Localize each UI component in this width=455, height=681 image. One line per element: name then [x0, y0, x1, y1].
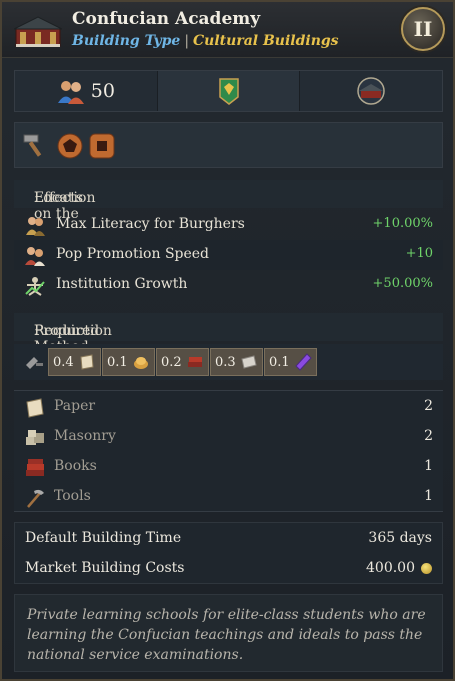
production-heading-suffix: :: [34, 323, 39, 339]
input-good-chip[interactable]: 0.1: [264, 348, 317, 376]
green-banner-icon: [218, 78, 239, 105]
market-cost-value: 400.00: [366, 560, 415, 576]
input-good-chip[interactable]: 0.1: [102, 348, 155, 376]
chip-value: 0.4: [53, 354, 74, 370]
crystal-icon: [294, 353, 312, 371]
gold-coin-icon: [421, 562, 432, 574]
institution-icon: [25, 277, 45, 296]
effect-value: +50.00%: [372, 276, 433, 291]
building-time-row: Default Building Time 365 days: [15, 524, 442, 554]
effects-heading-suffix: :: [34, 190, 39, 206]
effect-value: +10: [405, 246, 433, 261]
chip-value: 0.1: [269, 354, 290, 370]
goods-value: 2: [424, 398, 433, 414]
effect-label: Max Literacy for Burghers: [56, 216, 245, 232]
production-method-row: 0.4 0.1 0.2 0.3 0.1: [14, 344, 443, 380]
square-slot-icon[interactable]: [89, 133, 115, 159]
goods-label: Masonry: [54, 428, 116, 444]
population-icon: [57, 81, 84, 104]
building-description: Private learning schools for elite-class…: [27, 607, 426, 663]
goods-value: 2: [424, 428, 433, 444]
location-link[interactable]: Location: [34, 190, 95, 206]
chip-value: 0.2: [161, 354, 182, 370]
chip-value: 0.1: [107, 354, 128, 370]
chip-value: 0.3: [215, 354, 236, 370]
cloth-icon: [241, 355, 257, 369]
academy-building-icon: [14, 16, 62, 47]
building-time-value: 365 days: [368, 530, 432, 546]
books-icon: [26, 459, 44, 476]
pop-promotion-icon: [25, 247, 45, 266]
effect-row: Max Literacy for Burghers +10.00%: [14, 210, 443, 240]
burghers-icon: [26, 217, 45, 236]
effect-row: Institution Growth +50.00%: [14, 270, 443, 300]
building-costs: Default Building Time 365 days Market Bu…: [14, 522, 443, 584]
market-cost-row: Market Building Costs 400.00: [15, 554, 442, 584]
production-method-icon: [26, 357, 43, 369]
construction-goods-list: Paper 2 Masonry 2 Books 1 Tools 1: [14, 390, 443, 512]
tooltip-header: Confucian Academy Building Type | Cultural…: [2, 2, 453, 58]
production-heading: Required Production Method:: [14, 313, 443, 355]
goods-value: 1: [424, 488, 433, 504]
goods-label: Tools: [54, 488, 91, 504]
building-time-label: Default Building Time: [25, 530, 182, 546]
description-box: Private learning schools for elite-class…: [14, 594, 443, 672]
goods-label: Paper: [54, 398, 96, 414]
input-good-chip[interactable]: 0.4: [48, 348, 101, 376]
building-title: Confucian Academy: [72, 9, 261, 29]
input-good-chip[interactable]: 0.3: [210, 348, 263, 376]
building-subtitle: Building Type | Cultural Buildings: [72, 33, 339, 49]
effect-label: Institution Growth: [56, 276, 188, 292]
tools-icon: [27, 489, 44, 508]
bread-icon: [133, 357, 148, 369]
tool-slot-row: [14, 122, 443, 168]
goods-label: Books: [54, 458, 97, 474]
goods-row: Tools 1: [14, 482, 443, 512]
stat-bar: 50: [14, 70, 443, 112]
subtitle-separator: |: [184, 33, 190, 49]
input-good-chip[interactable]: 0.2: [156, 348, 209, 376]
location-building-icon: [357, 77, 385, 105]
effects-heading: Effects on the Location:: [14, 180, 443, 222]
market-cost-label: Market Building Costs: [25, 560, 185, 576]
market-cost-value-wrap: 400.00: [366, 560, 432, 576]
building-tooltip-panel: Confucian Academy Building Type | Cultural…: [0, 0, 455, 681]
population-cell[interactable]: 50: [15, 71, 158, 111]
hammer-icon[interactable]: [21, 131, 49, 159]
paper-icon: [80, 354, 94, 370]
effect-row: Pop Promotion Speed +10: [14, 240, 443, 270]
population-value: 50: [90, 80, 115, 102]
masonry-icon: [26, 430, 44, 445]
goods-row: Paper 2: [14, 392, 443, 422]
books-icon: [187, 357, 202, 367]
goods-row: Books 1: [14, 452, 443, 482]
building-category-link[interactable]: Cultural Buildings: [193, 33, 339, 49]
paper-icon: [26, 398, 44, 418]
location-cell[interactable]: [300, 71, 442, 111]
building-type-link[interactable]: Building Type: [72, 33, 180, 49]
effect-label: Pop Promotion Speed: [56, 246, 210, 262]
tier-badge: II: [401, 7, 445, 51]
banner-cell[interactable]: [157, 71, 301, 111]
pentagon-slot-icon[interactable]: [57, 133, 83, 159]
effect-value: +10.00%: [372, 216, 433, 231]
goods-value: 1: [424, 458, 433, 474]
goods-row: Masonry 2: [14, 422, 443, 452]
